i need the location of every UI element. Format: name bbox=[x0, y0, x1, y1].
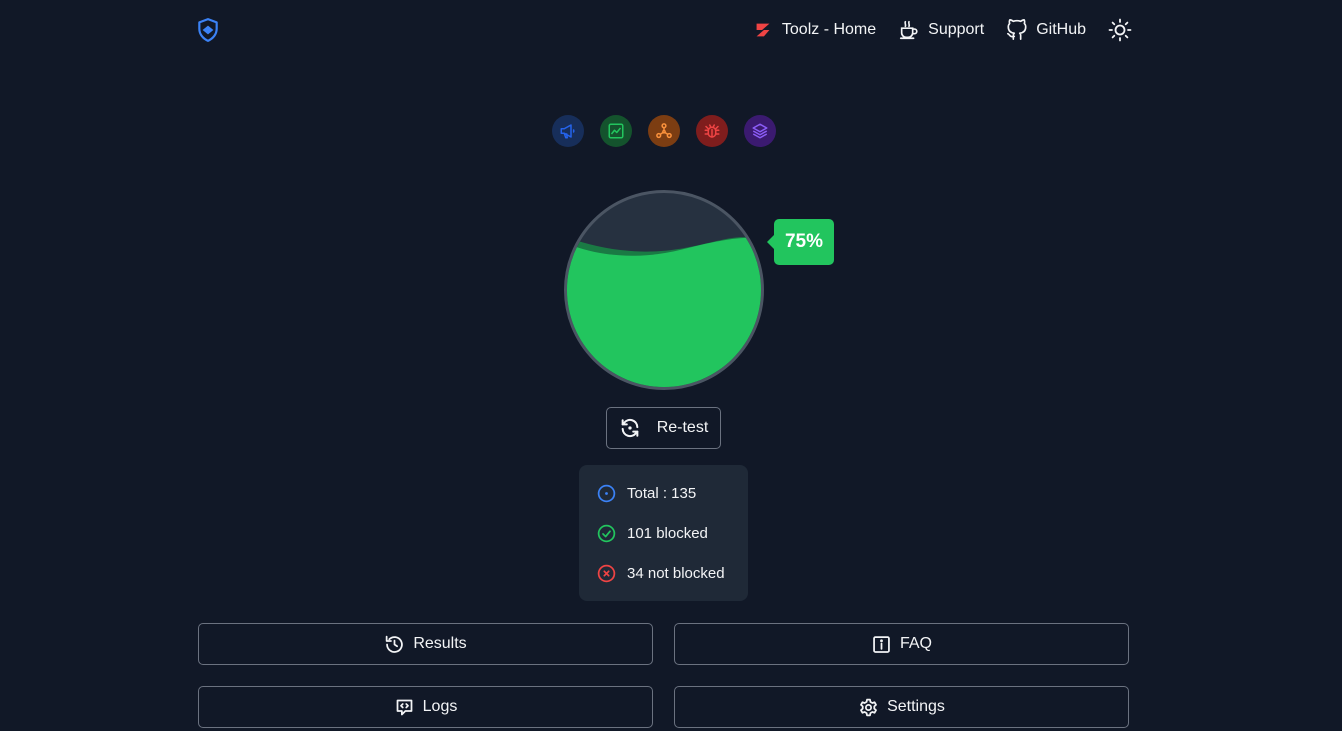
support-label: Support bbox=[928, 21, 985, 38]
stats-panel: Total : 135 101 blocked 34 not blocked bbox=[579, 465, 748, 601]
top-nav: Toolz - Home Support GitHub bbox=[752, 17, 1132, 43]
gauge-fill-svg bbox=[567, 237, 761, 387]
gauge-wave-front bbox=[567, 237, 761, 387]
logs-label: Logs bbox=[422, 698, 458, 715]
category-filters bbox=[552, 115, 776, 147]
target-dot-icon bbox=[597, 484, 616, 502]
code-message-icon bbox=[396, 699, 413, 715]
refresh-icon bbox=[621, 418, 639, 438]
ads-category-button[interactable] bbox=[552, 115, 584, 147]
toolz-home-label: Toolz - Home bbox=[781, 21, 877, 38]
stat-not-blocked: 34 not blocked bbox=[596, 563, 748, 583]
settings-button[interactable]: Settings bbox=[674, 686, 1129, 728]
stat-not-blocked-label: 34 not blocked bbox=[627, 564, 725, 582]
other-category-button[interactable] bbox=[744, 115, 776, 147]
coffee-cup-icon bbox=[900, 20, 918, 40]
retest-label: Re-test bbox=[656, 419, 709, 436]
faq-label: FAQ bbox=[899, 635, 932, 652]
malware-category-button[interactable] bbox=[696, 115, 728, 147]
tracking-category-button[interactable] bbox=[648, 115, 680, 147]
x-circle-icon bbox=[597, 564, 616, 582]
stat-blocked: 101 blocked bbox=[596, 523, 748, 543]
settings-label: Settings bbox=[887, 698, 945, 715]
toolz-home-link[interactable]: Toolz - Home bbox=[752, 17, 876, 43]
layers-icon bbox=[752, 123, 768, 139]
github-link[interactable]: GitHub bbox=[1006, 17, 1086, 43]
image-chart-icon bbox=[608, 123, 624, 139]
github-label: GitHub bbox=[1036, 21, 1086, 38]
score-percent-tooltip: 75% bbox=[767, 219, 834, 265]
stat-total-label: Total : 135 bbox=[627, 484, 697, 502]
results-label: Results bbox=[413, 635, 467, 652]
info-square-icon bbox=[873, 635, 890, 653]
results-button[interactable]: Results bbox=[198, 623, 653, 665]
bug-icon bbox=[704, 124, 720, 138]
analytics-category-button[interactable] bbox=[600, 115, 632, 147]
logs-button[interactable]: Logs bbox=[198, 686, 653, 728]
toolz-logo-icon bbox=[756, 23, 770, 37]
shield-logo-icon[interactable] bbox=[195, 17, 221, 43]
sun-theme-toggle-icon[interactable] bbox=[1108, 18, 1132, 42]
gear-icon bbox=[860, 698, 877, 716]
retest-button[interactable]: Re-test bbox=[606, 407, 721, 449]
github-icon bbox=[1007, 19, 1027, 40]
stat-total: Total : 135 bbox=[596, 483, 748, 503]
faq-button[interactable]: FAQ bbox=[674, 623, 1129, 665]
score-gauge bbox=[564, 190, 764, 390]
support-link[interactable]: Support bbox=[898, 17, 984, 43]
check-circle-icon bbox=[597, 524, 616, 542]
stat-blocked-label: 101 blocked bbox=[627, 524, 708, 542]
megaphone-icon bbox=[560, 124, 575, 139]
network-nodes-icon bbox=[656, 123, 672, 139]
history-icon bbox=[386, 635, 404, 653]
